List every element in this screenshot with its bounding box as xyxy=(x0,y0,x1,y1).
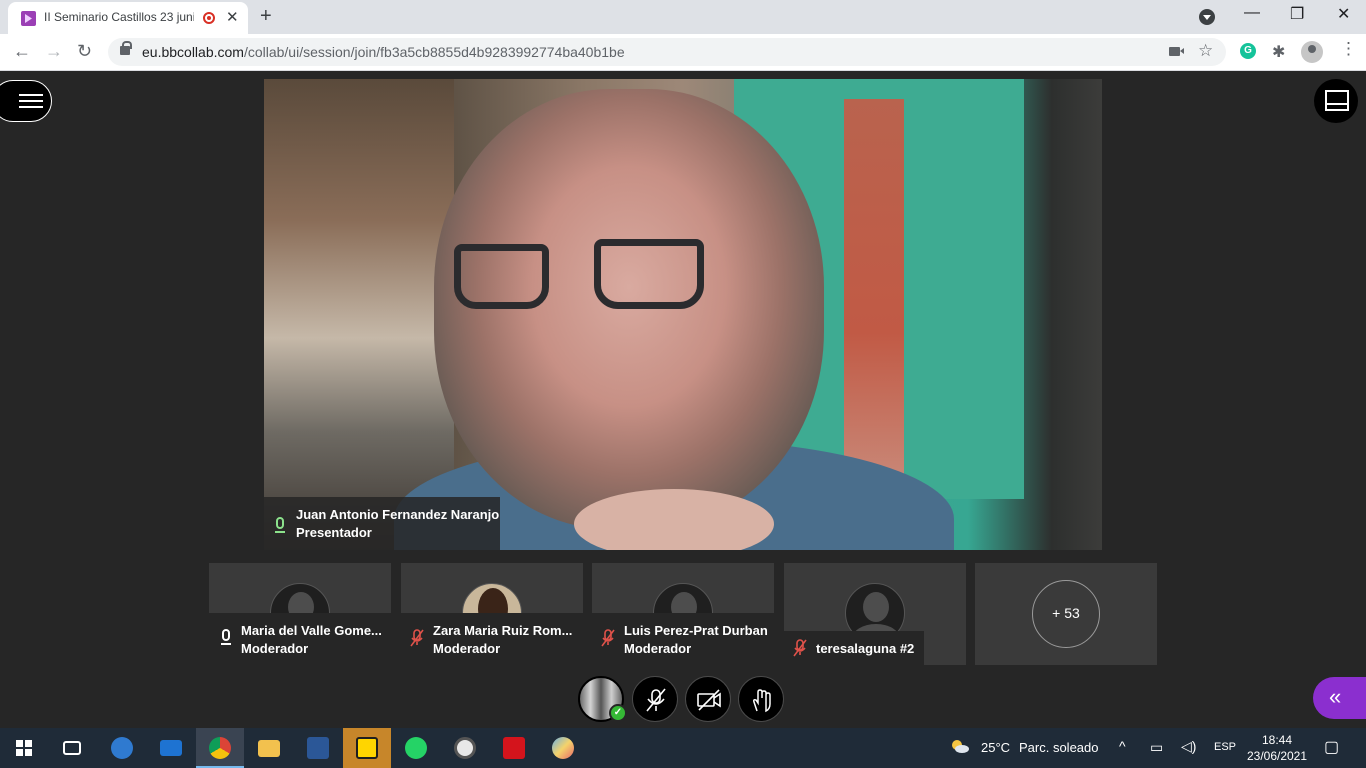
presenter-name: Juan Antonio Fernandez Naranjo xyxy=(296,507,500,522)
taskbar-paint[interactable] xyxy=(539,728,587,768)
taskbar-word[interactable] xyxy=(294,728,342,768)
system-clock[interactable]: 18:44 23/06/2021 xyxy=(1232,732,1322,764)
status-check-icon: ✓ xyxy=(609,704,627,722)
camera-off-icon xyxy=(697,689,721,711)
participant-name: Zara Maria Ruiz Rom... xyxy=(433,623,573,638)
microphone-muted-icon xyxy=(410,629,424,647)
minimize-icon[interactable]: — xyxy=(1244,4,1260,22)
word-icon xyxy=(307,737,329,759)
whatsapp-icon xyxy=(405,737,427,759)
session-menu-button[interactable] xyxy=(0,80,52,122)
grammarly-extension-icon[interactable]: G xyxy=(1240,43,1256,59)
microphone-muted-icon xyxy=(601,629,615,647)
task-view-icon xyxy=(63,741,81,755)
weather-temperature[interactable]: 25°C xyxy=(981,740,1010,755)
clock-date: 23/06/2021 xyxy=(1246,749,1308,763)
address-bar[interactable]: eu.bbcollab.com/collab/ui/session/join/f… xyxy=(108,38,1226,66)
layout-toggle-button[interactable] xyxy=(1314,79,1358,123)
bookmark-star-icon[interactable]: ☆ xyxy=(1198,41,1213,61)
tab-close-icon[interactable]: ✕ xyxy=(226,8,239,26)
windows-taskbar: 25°C Parc. soleado ^ ▭ ◁) ESP 18:44 23/0… xyxy=(0,728,1366,768)
browser-tab[interactable]: II Seminario Castillos 23 junio ✕ xyxy=(8,2,248,34)
acrobat-icon xyxy=(503,737,525,759)
close-window-icon[interactable]: ✕ xyxy=(1337,4,1350,24)
tab-title: II Seminario Castillos 23 junio xyxy=(44,10,194,24)
weather-description[interactable]: Parc. soleado xyxy=(1019,740,1099,755)
clock-time: 18:44 xyxy=(1261,733,1293,747)
recording-icon xyxy=(203,12,215,24)
double-chevron-left-icon: « xyxy=(1329,684,1342,709)
more-participants-tile[interactable]: + 53 xyxy=(975,563,1157,665)
browser-toolbar: ← → ↻ eu.bbcollab.com/collab/ui/session/… xyxy=(0,34,1366,71)
reload-icon[interactable]: ↻ xyxy=(77,41,92,62)
task-view-button[interactable] xyxy=(48,728,96,768)
clock-app-icon xyxy=(454,737,476,759)
microphone-active-icon xyxy=(275,517,285,533)
folder-icon xyxy=(258,740,280,757)
url-text[interactable]: eu.bbcollab.com/collab/ui/session/join/f… xyxy=(142,44,625,60)
collaborate-favicon-icon xyxy=(21,11,36,26)
weather-partly-sunny-icon[interactable] xyxy=(950,739,970,753)
mail-icon xyxy=(160,740,182,756)
windows-logo-icon xyxy=(16,740,32,756)
camera-toggle-button[interactable] xyxy=(685,676,731,722)
more-participants-count[interactable]: + 53 xyxy=(1032,580,1100,648)
participant-tile[interactable]: Maria del Valle Gome... Moderador xyxy=(209,563,391,665)
taskbar-acrobat[interactable] xyxy=(490,728,538,768)
taskbar-chrome[interactable] xyxy=(196,728,244,768)
participant-tile[interactable]: Luis Perez-Prat Durban Moderador xyxy=(592,563,774,665)
battery-icon[interactable]: ▭ xyxy=(1150,739,1163,756)
microphone-active-icon xyxy=(221,629,231,645)
back-icon[interactable]: ← xyxy=(13,41,31,62)
open-collaborate-panel-button[interactable]: « xyxy=(1313,677,1366,719)
participant-tile[interactable]: Zara Maria Ruiz Rom... Moderador xyxy=(401,563,583,665)
taskbar-mail[interactable] xyxy=(147,728,195,768)
tab-search-icon[interactable] xyxy=(1199,9,1215,25)
taskbar-sticky-notes[interactable] xyxy=(343,728,391,768)
presenter-video: Juan Antonio Fernandez Naranjo Presentad… xyxy=(264,79,1102,550)
participant-tile[interactable]: teresalaguna #2 xyxy=(784,563,966,665)
microphone-toggle-button[interactable] xyxy=(632,676,678,722)
volume-icon[interactable]: ◁) xyxy=(1181,738,1196,755)
show-hidden-icons-chevron-icon[interactable]: ^ xyxy=(1119,738,1126,754)
new-tab-icon[interactable]: + xyxy=(260,5,272,28)
notifications-icon[interactable]: ▢ xyxy=(1324,737,1339,757)
raise-hand-icon xyxy=(753,689,771,713)
layout-grid-icon xyxy=(1325,90,1349,111)
outlook-icon xyxy=(111,737,133,759)
browser-menu-icon[interactable]: ⋮ xyxy=(1340,39,1357,59)
collaborate-session: Juan Antonio Fernandez Naranjo Presentad… xyxy=(0,71,1366,728)
participant-role: Moderador xyxy=(624,641,692,656)
participant-name: Luis Perez-Prat Durban xyxy=(624,623,768,638)
presenter-role: Presentador xyxy=(296,525,372,540)
microphone-muted-icon xyxy=(646,688,666,712)
paint-icon xyxy=(552,737,574,759)
participant-name: teresalaguna #2 xyxy=(816,641,915,656)
camera-in-use-icon[interactable] xyxy=(1169,47,1184,56)
profile-avatar-icon[interactable] xyxy=(1301,41,1323,63)
raise-hand-button[interactable] xyxy=(738,676,784,722)
extensions-puzzle-icon[interactable]: ✱ xyxy=(1272,42,1285,62)
lock-icon[interactable] xyxy=(120,41,132,55)
chrome-icon xyxy=(209,737,231,759)
taskbar-outlook[interactable] xyxy=(98,728,146,768)
microphone-muted-icon xyxy=(793,639,807,657)
restore-icon[interactable]: ❐ xyxy=(1290,4,1304,24)
forward-icon[interactable]: → xyxy=(45,41,63,62)
sticky-notes-icon xyxy=(356,737,378,759)
participant-role: Moderador xyxy=(241,641,309,656)
taskbar-whatsapp[interactable] xyxy=(392,728,440,768)
presenter-name-tag: Juan Antonio Fernandez Naranjo Presentad… xyxy=(264,497,500,550)
start-button[interactable] xyxy=(0,728,48,768)
taskbar-file-explorer[interactable] xyxy=(245,728,293,768)
participant-role: Moderador xyxy=(433,641,501,656)
browser-tab-bar: II Seminario Castillos 23 junio ✕ + — ❐ … xyxy=(0,0,1366,34)
participant-name: Maria del Valle Gome... xyxy=(241,623,382,638)
taskbar-clock-app[interactable] xyxy=(441,728,489,768)
